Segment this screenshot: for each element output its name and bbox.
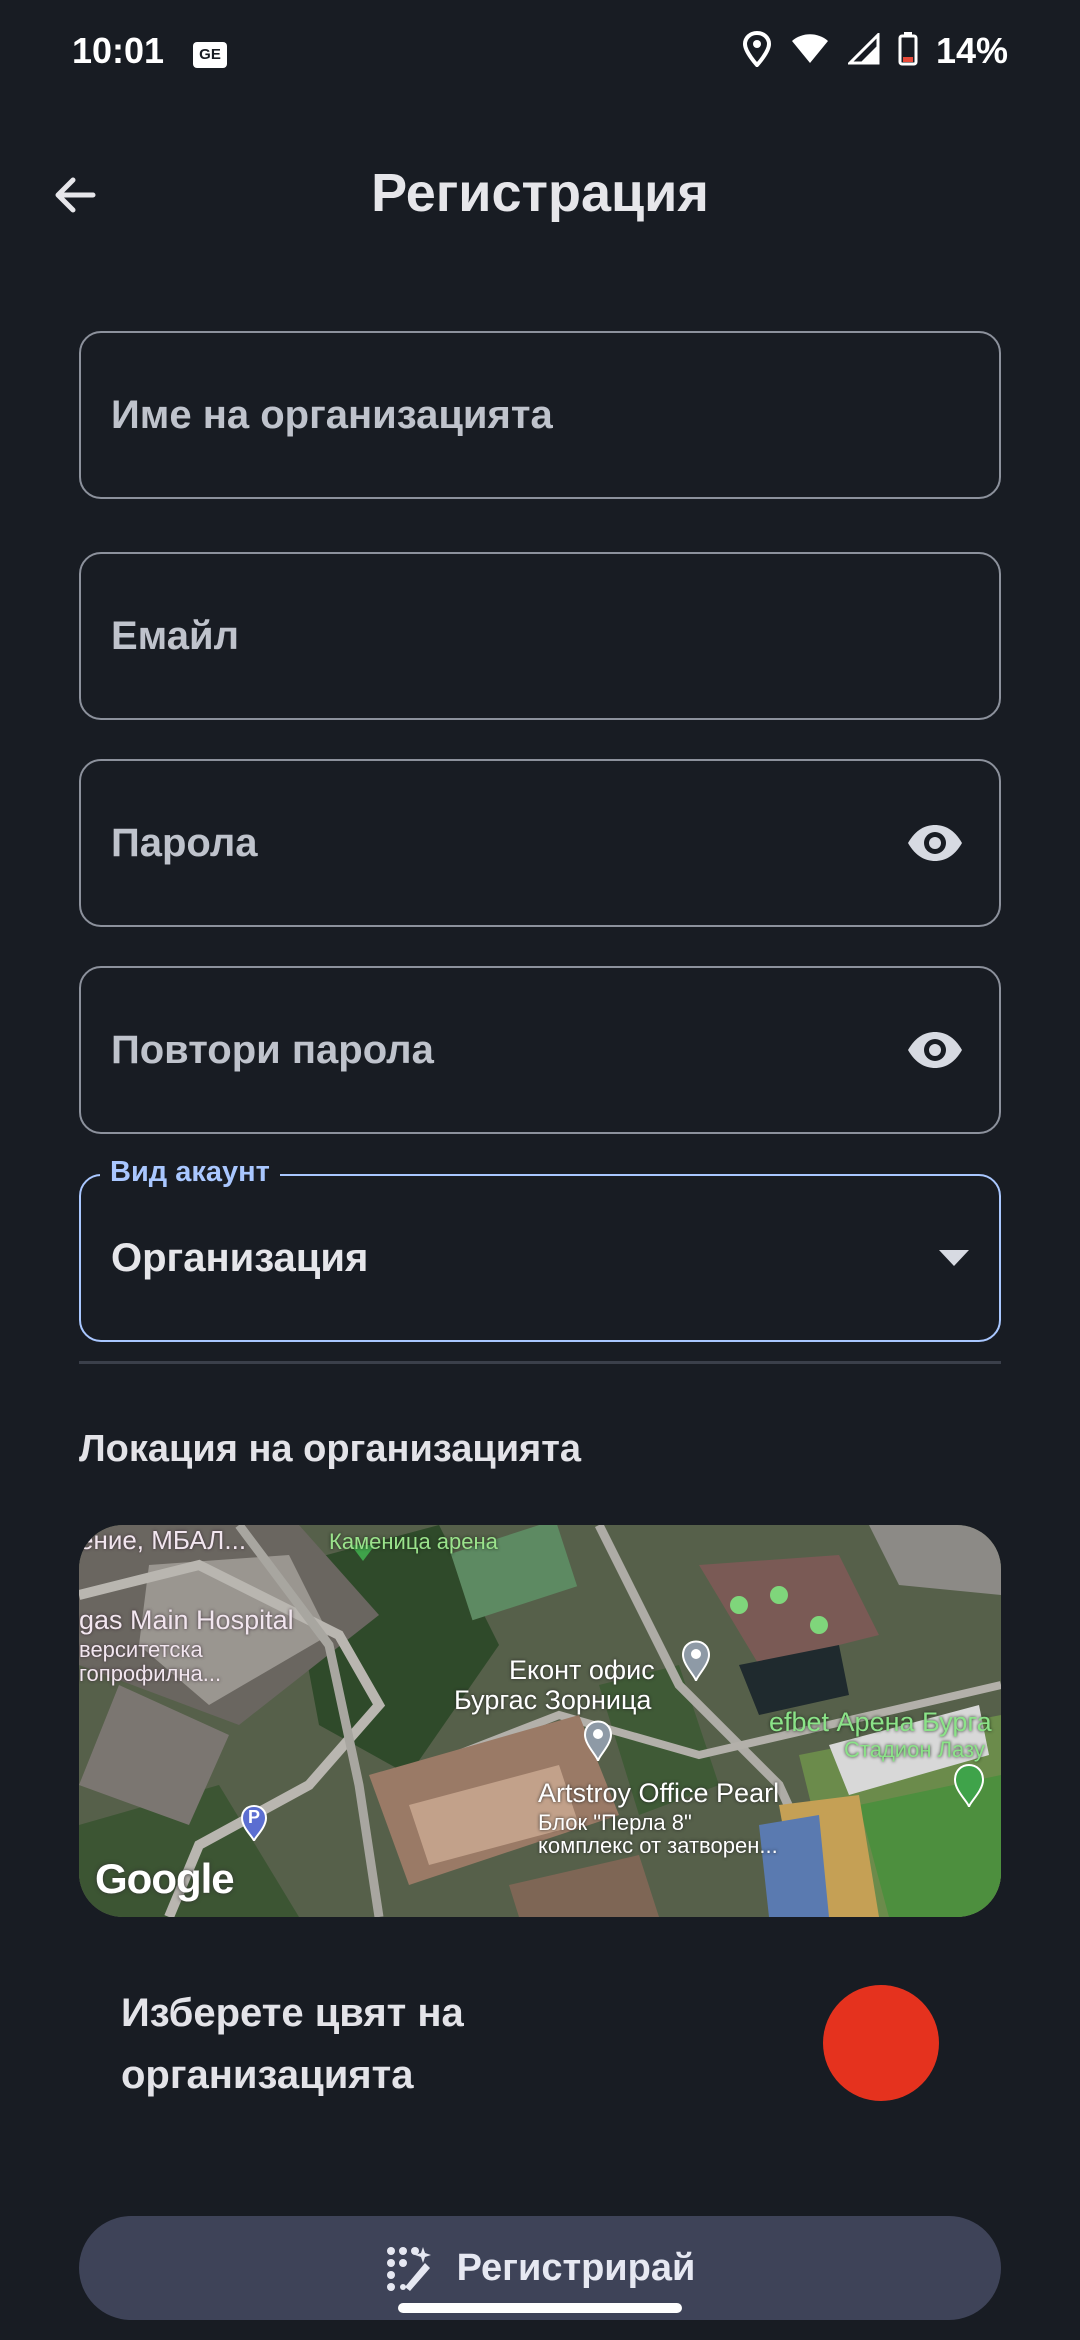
location-map[interactable]: ение, МБАЛ... gas Main Hospital верситет…: [79, 1525, 1001, 1917]
google-logo: Google: [95, 1855, 235, 1902]
eye-icon: [908, 825, 962, 861]
dropdown-arrow-icon: [939, 1250, 969, 1266]
map-label: efbet Арена Бурга: [769, 1707, 992, 1737]
email-field[interactable]: Емайл: [79, 552, 1001, 720]
map-label: комплекс от затворен...: [538, 1833, 778, 1858]
map-label: Бургас Зорница: [454, 1685, 652, 1715]
repeat-password-field[interactable]: Повтори парола: [79, 966, 1001, 1134]
map-label: гопрофилна...: [79, 1661, 222, 1686]
battery-percent: 14%: [935, 30, 1008, 71]
color-picker-label: Изберете цвят на организацията: [121, 1991, 464, 2097]
map-label: Каменица арена: [329, 1529, 498, 1554]
wifi-icon: [790, 33, 830, 70]
battery-icon: [898, 31, 918, 71]
email-placeholder: Емайл: [111, 613, 239, 658]
parking-icon: P: [247, 1807, 260, 1827]
map-label: ение, МБАЛ...: [79, 1525, 247, 1555]
home-indicator[interactable]: [398, 2303, 682, 2313]
show-repeat-password-button[interactable]: [905, 1020, 965, 1080]
eye-icon: [908, 1032, 962, 1068]
account-type-label: Вид акаунт: [100, 1156, 280, 1189]
repeat-password-placeholder: Повтори парола: [111, 1027, 434, 1072]
location-icon: [742, 30, 772, 72]
status-bar: 10:01 GE 14%: [0, 0, 1080, 108]
magic-wand-icon: [386, 2247, 431, 2291]
password-field[interactable]: Парола: [79, 759, 1001, 927]
map-label: Стадион Лазу: [844, 1737, 985, 1762]
organization-name-field[interactable]: Име на организацията: [79, 331, 1001, 499]
map-label: верситетска: [79, 1637, 203, 1662]
organization-name-placeholder: Име на организацията: [111, 392, 553, 437]
status-time: 10:01: [72, 30, 165, 71]
status-icons: 14%: [742, 30, 1008, 72]
map-label: Artstroy Office Pearl: [538, 1778, 780, 1808]
account-type-select[interactable]: Организация: [79, 1174, 1001, 1342]
register-button-label: Регистрирай: [456, 2246, 696, 2289]
page-title: Регистрация: [371, 163, 709, 223]
location-section-title: Локация на организацията: [79, 1428, 581, 1470]
account-type-value: Организация: [111, 1235, 369, 1280]
map-label: Еконт офис: [509, 1655, 655, 1685]
ge-badge-icon: GE: [193, 42, 227, 68]
map-label: gas Main Hospital: [79, 1605, 294, 1635]
password-placeholder: Парола: [111, 820, 258, 865]
color-picker-swatch[interactable]: [823, 1985, 939, 2101]
show-password-button[interactable]: [905, 813, 965, 873]
signal-icon: [846, 30, 880, 70]
divider: [79, 1361, 1001, 1364]
